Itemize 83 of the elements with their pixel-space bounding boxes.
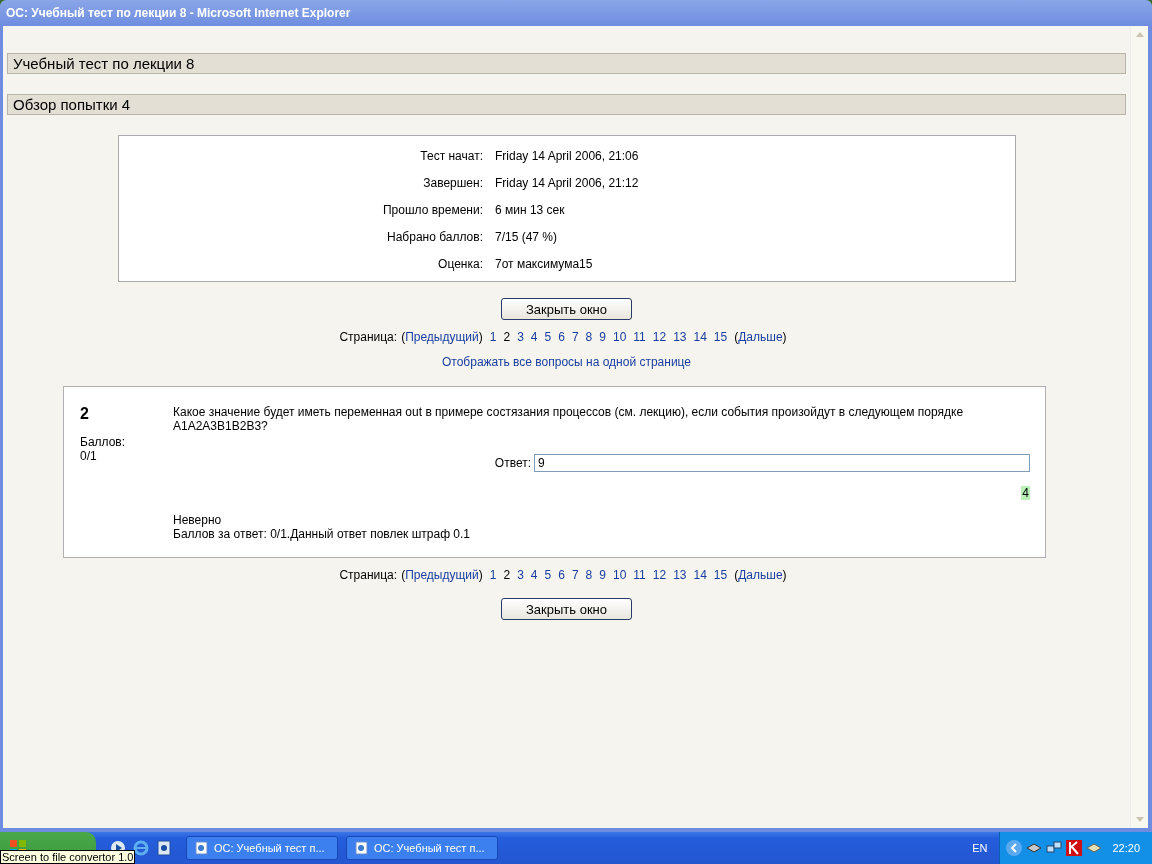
current-page: 2 [503, 330, 511, 344]
page-link[interactable]: 14 [693, 330, 707, 344]
page-icon [195, 841, 209, 855]
page-link[interactable]: 15 [713, 330, 728, 344]
page-link[interactable]: 6 [558, 568, 565, 582]
page-link[interactable]: 6 [558, 330, 565, 344]
answer-field[interactable]: 9 [534, 454, 1030, 472]
page-link[interactable]: 12 [652, 330, 667, 344]
taskbar-item[interactable]: ОС: Учебный тест п... [346, 836, 498, 860]
summary-label: Оценка: [437, 256, 483, 271]
correct-answer: 4 [1021, 486, 1030, 500]
page-link[interactable]: 9 [599, 330, 606, 344]
section-heading: Обзор попытки 4 [7, 94, 1126, 115]
previous-link[interactable]: Предыдущий [405, 330, 479, 344]
question-text: Какое значение будет иметь переменная out в примере состязания процессов (см. лекцию), если события произойдут в следующем порядке A1A2A3B1B2B3? [173, 405, 965, 433]
page-link[interactable]: 1 [489, 568, 497, 582]
section-heading: Учебный тест по лекции 8 [7, 53, 1126, 74]
summary-value: 6 мин 13 сек [495, 202, 566, 217]
page-link[interactable]: 11 [633, 568, 646, 582]
page-link[interactable]: 11 [633, 330, 646, 344]
next-link[interactable]: Дальше [738, 568, 783, 582]
page-link[interactable]: 3 [517, 330, 524, 344]
close-window-button[interactable]: Закрыть окно [501, 298, 632, 320]
show-all-link[interactable]: Отображать все вопросы на одной странице [441, 355, 691, 369]
current-page: 2 [503, 568, 511, 582]
page-link[interactable]: 14 [693, 568, 707, 582]
verdict-text: Неверно [173, 513, 223, 527]
browser-icon[interactable] [133, 840, 149, 856]
summary-label: Прошло времени: [381, 202, 483, 217]
parenthesis: ) [782, 568, 787, 582]
page-link[interactable]: 9 [599, 568, 606, 582]
answer-label: Ответ: [494, 456, 531, 470]
tooltip: Screen to file convertor 1.0 [0, 850, 136, 864]
summary-label: Тест начат: [419, 148, 483, 163]
antivirus-icon[interactable] [1066, 840, 1083, 856]
parenthesis: ) [782, 330, 787, 344]
summary-label: Набрано баллов: [386, 229, 483, 244]
previous-link[interactable]: Предыдущий [405, 568, 479, 582]
page-link[interactable]: 4 [530, 330, 538, 344]
pager-label: Страница: [339, 330, 398, 344]
language-indicator[interactable]: EN [972, 842, 988, 854]
parenthesis: ( [401, 330, 406, 344]
page-link[interactable]: 4 [530, 568, 538, 582]
clock: 22:20 [1112, 842, 1140, 854]
page-icon [355, 841, 369, 855]
parenthesis: ) [478, 330, 483, 344]
parenthesis: ( [734, 330, 739, 344]
parenthesis: ( [734, 568, 739, 582]
page-link[interactable]: 13 [673, 330, 687, 344]
page-link[interactable]: 5 [544, 330, 552, 344]
next-link[interactable]: Дальше [738, 330, 783, 344]
points-label: Баллов: [80, 435, 127, 449]
taskbar-item[interactable]: ОС: Учебный тест п... [186, 836, 338, 860]
points-value: 0/1 [80, 449, 98, 463]
question-number: 2 [80, 405, 90, 423]
page-link[interactable]: 8 [585, 330, 593, 344]
summary-value: Friday 14 April 2006, 21:06 [495, 148, 640, 163]
summary-value: Friday 14 April 2006, 21:12 [495, 175, 640, 190]
page-link[interactable]: 5 [544, 568, 552, 582]
drive-icon[interactable] [1026, 842, 1043, 854]
page-link[interactable]: 7 [571, 568, 579, 582]
page-link[interactable]: 3 [517, 568, 524, 582]
document-icon[interactable] [156, 840, 172, 856]
close-window-button[interactable]: Закрыть окно [501, 598, 632, 620]
parenthesis: ) [478, 568, 483, 582]
drive-icon[interactable] [1086, 843, 1103, 853]
expand-tray-icon[interactable] [1006, 840, 1023, 856]
feedback-text: Баллов за ответ: 0/1.Данный ответ повлек штраф 0.1 [173, 527, 472, 541]
page-link[interactable]: 15 [713, 568, 728, 582]
page-link[interactable]: 8 [585, 568, 593, 582]
summary-value: 7от максимума15 [495, 256, 594, 271]
summary-value: 7/15 (47 %) [495, 229, 559, 244]
summary-label: Завершен: [422, 175, 483, 190]
window-title: ОС: Учебный тест по лекции 8 - Microsoft Internet Explorer [0, 0, 1152, 26]
page-link[interactable]: 1 [489, 330, 497, 344]
network-icon[interactable] [1046, 840, 1063, 856]
pager-label: Страница: [339, 568, 398, 582]
parenthesis: ( [401, 568, 406, 582]
page-link[interactable]: 12 [652, 568, 667, 582]
page-link[interactable]: 7 [571, 330, 579, 344]
page-link[interactable]: 10 [612, 568, 627, 582]
page-link[interactable]: 13 [673, 568, 687, 582]
page-link[interactable]: 10 [612, 330, 627, 344]
